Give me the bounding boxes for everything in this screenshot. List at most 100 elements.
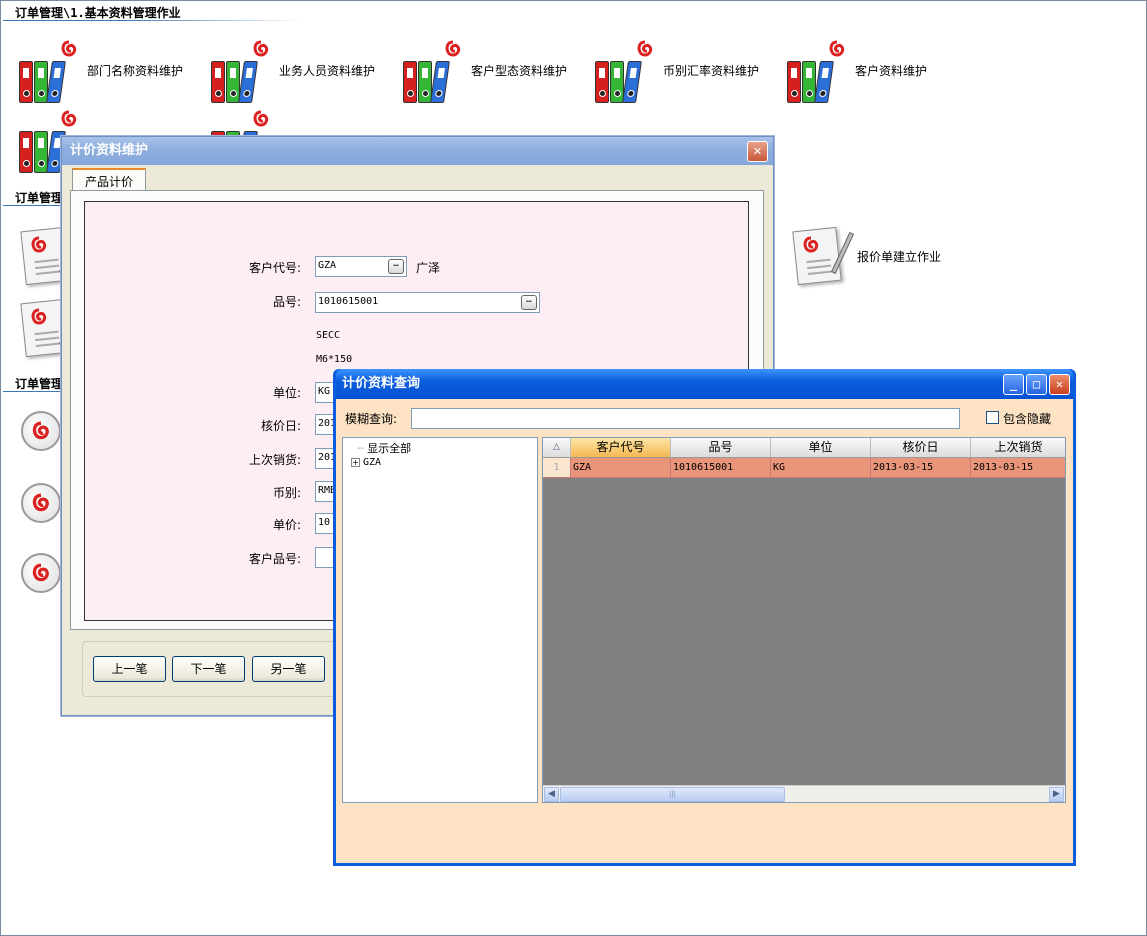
module-label: 币别汇率资料维护 <box>663 63 760 78</box>
table-cell: 2013-03-15 <box>871 458 971 478</box>
magnifier-icon <box>19 409 65 455</box>
column-header[interactable]: 客户代号 <box>571 438 671 458</box>
horizontal-scrollbar[interactable]: ◀ ||| ▶ <box>543 785 1065 802</box>
customer-part-label: 客户品号: <box>248 552 301 566</box>
table-cell: 1010615001 <box>671 458 771 478</box>
unit-label: 单位: <box>272 386 301 400</box>
table-cell: KG <box>771 458 871 478</box>
fuzzy-search-label: 模糊查询: <box>345 412 398 426</box>
app-logo-icon <box>445 40 461 57</box>
part-desc-1: SECC <box>316 330 341 341</box>
module-query-3[interactable] <box>19 551 65 597</box>
maximize-icon[interactable]: □ <box>1026 374 1047 395</box>
app-logo-icon <box>637 40 653 57</box>
customer-code-value: GZA <box>318 260 337 271</box>
app-logo-icon <box>829 40 845 57</box>
query-client: 模糊查询: 包含隐藏 ┈ 显示全部 + GZA △ 客户代号 品号 单位 核价日 … <box>336 399 1073 863</box>
table-cell: GZA <box>571 458 671 478</box>
magnifier-icon <box>19 551 65 597</box>
fuzzy-search-input[interactable] <box>411 408 960 429</box>
binder-folder-icon <box>787 37 847 103</box>
module-currency-rate[interactable]: 币别汇率资料维护 <box>595 37 759 103</box>
section-title-orders-query: 订单管理 <box>15 377 64 391</box>
tree-node-all[interactable]: ┈ 显示全部 <box>357 440 411 456</box>
module-customer[interactable]: 客户资料维护 <box>787 37 927 103</box>
minimize-icon[interactable]: _ <box>1003 374 1024 395</box>
prev-record-button[interactable]: 上一笔 <box>93 656 166 682</box>
window-title: 计价资料查询 <box>342 376 421 391</box>
scroll-right-icon[interactable]: ▶ <box>1049 787 1064 802</box>
module-label: 业务人员资料维护 <box>279 63 376 78</box>
binder-folder-icon <box>595 37 655 103</box>
part-lookup-button[interactable]: … <box>521 295 537 310</box>
app-logo-icon <box>32 421 49 440</box>
app-logo-icon <box>253 40 269 57</box>
part-no-value: 1010615001 <box>318 296 379 307</box>
close-icon[interactable]: ✕ <box>1049 374 1070 395</box>
module-query-1[interactable] <box>19 409 65 455</box>
row-indicator-header[interactable]: △ <box>543 438 571 458</box>
include-hidden-label: 包含隐藏 <box>1003 412 1052 426</box>
part-no-label: 品号: <box>272 295 301 309</box>
module-label: 报价单建立作业 <box>857 249 942 264</box>
table-row[interactable]: 1 GZA 1010615001 KG 2013-03-15 2013-03-1… <box>543 458 1065 478</box>
grid-header: △ 客户代号 品号 单位 核价日 上次销货 <box>543 438 1065 458</box>
window-title: 计价资料维护 <box>70 143 149 158</box>
app-logo-icon <box>61 40 77 57</box>
section-divider <box>3 20 303 21</box>
part-desc-2: M6*150 <box>316 354 353 365</box>
section-title-orders: 订单管理 <box>15 191 64 205</box>
app-logo-icon <box>31 236 47 253</box>
binder-folder-icon <box>19 37 79 103</box>
magnifier-icon <box>19 481 65 527</box>
binder-folder-icon <box>403 37 463 103</box>
app-logo-icon <box>61 110 77 127</box>
price-label: 单价: <box>272 518 301 532</box>
include-hidden-checkbox[interactable] <box>986 411 999 424</box>
column-header[interactable]: 核价日 <box>871 438 971 458</box>
customer-name: 广泽 <box>416 261 441 275</box>
query-window-titlebar[interactable]: 计价资料查询 _ □ ✕ <box>336 369 1073 399</box>
module-query-2[interactable] <box>19 481 65 527</box>
tree-node-label: GZA <box>363 457 382 468</box>
column-header[interactable]: 品号 <box>671 438 771 458</box>
column-header[interactable]: 单位 <box>771 438 871 458</box>
customer-lookup-button[interactable]: … <box>388 259 404 274</box>
other-record-button[interactable]: 另一笔 <box>252 656 325 682</box>
module-label: 部门名称资料维护 <box>87 63 184 78</box>
scroll-thumb[interactable]: ||| <box>560 787 785 802</box>
section-title-basic: 订单管理\1.基本资料管理作业 <box>15 6 181 20</box>
customer-code-input[interactable]: GZA … <box>315 256 407 277</box>
app-logo-icon <box>253 110 269 127</box>
close-icon[interactable]: ✕ <box>747 141 768 162</box>
module-quotation[interactable]: 报价单建立作业 <box>791 225 941 287</box>
tree-node-gza[interactable]: + GZA <box>351 455 381 468</box>
app-logo-icon <box>31 308 47 325</box>
table-cell: 2013-03-15 <box>971 458 1065 478</box>
binder-folder-icon <box>211 37 271 103</box>
price-date-label: 核价日: <box>260 419 301 433</box>
customer-code-label: 客户代号: <box>248 261 301 275</box>
tree-node-label: 显示全部 <box>367 442 412 455</box>
query-window: 计价资料查询 _ □ ✕ 模糊查询: 包含隐藏 ┈ 显示全部 + GZA △ 客户… <box>333 369 1076 866</box>
document-pen-icon <box>791 225 855 287</box>
app-logo-icon <box>32 493 49 512</box>
row-index: 1 <box>543 458 571 478</box>
app-logo-icon <box>32 563 49 582</box>
module-label: 客户资料维护 <box>855 63 928 78</box>
pricing-window-titlebar[interactable]: 计价资料维护 ✕ <box>62 137 773 165</box>
module-sales-staff[interactable]: 业务人员资料维护 <box>211 37 375 103</box>
customer-tree: ┈ 显示全部 + GZA <box>342 437 538 803</box>
module-label: 客户型态资料维护 <box>471 63 568 78</box>
pricing-grid: △ 客户代号 品号 单位 核价日 上次销货 1 GZA 1010615001 K… <box>542 437 1066 803</box>
expand-icon[interactable]: + <box>351 458 360 467</box>
column-header[interactable]: 上次销货 <box>971 438 1065 458</box>
module-customer-type[interactable]: 客户型态资料维护 <box>403 37 567 103</box>
scroll-left-icon[interactable]: ◀ <box>544 787 559 802</box>
currency-label: 币别: <box>272 486 301 500</box>
next-record-button[interactable]: 下一笔 <box>172 656 245 682</box>
last-sale-label: 上次销货: <box>248 453 301 467</box>
part-no-input[interactable]: 1010615001 … <box>315 292 540 313</box>
module-department[interactable]: 部门名称资料维护 <box>19 37 183 103</box>
app-logo-icon <box>803 236 819 253</box>
